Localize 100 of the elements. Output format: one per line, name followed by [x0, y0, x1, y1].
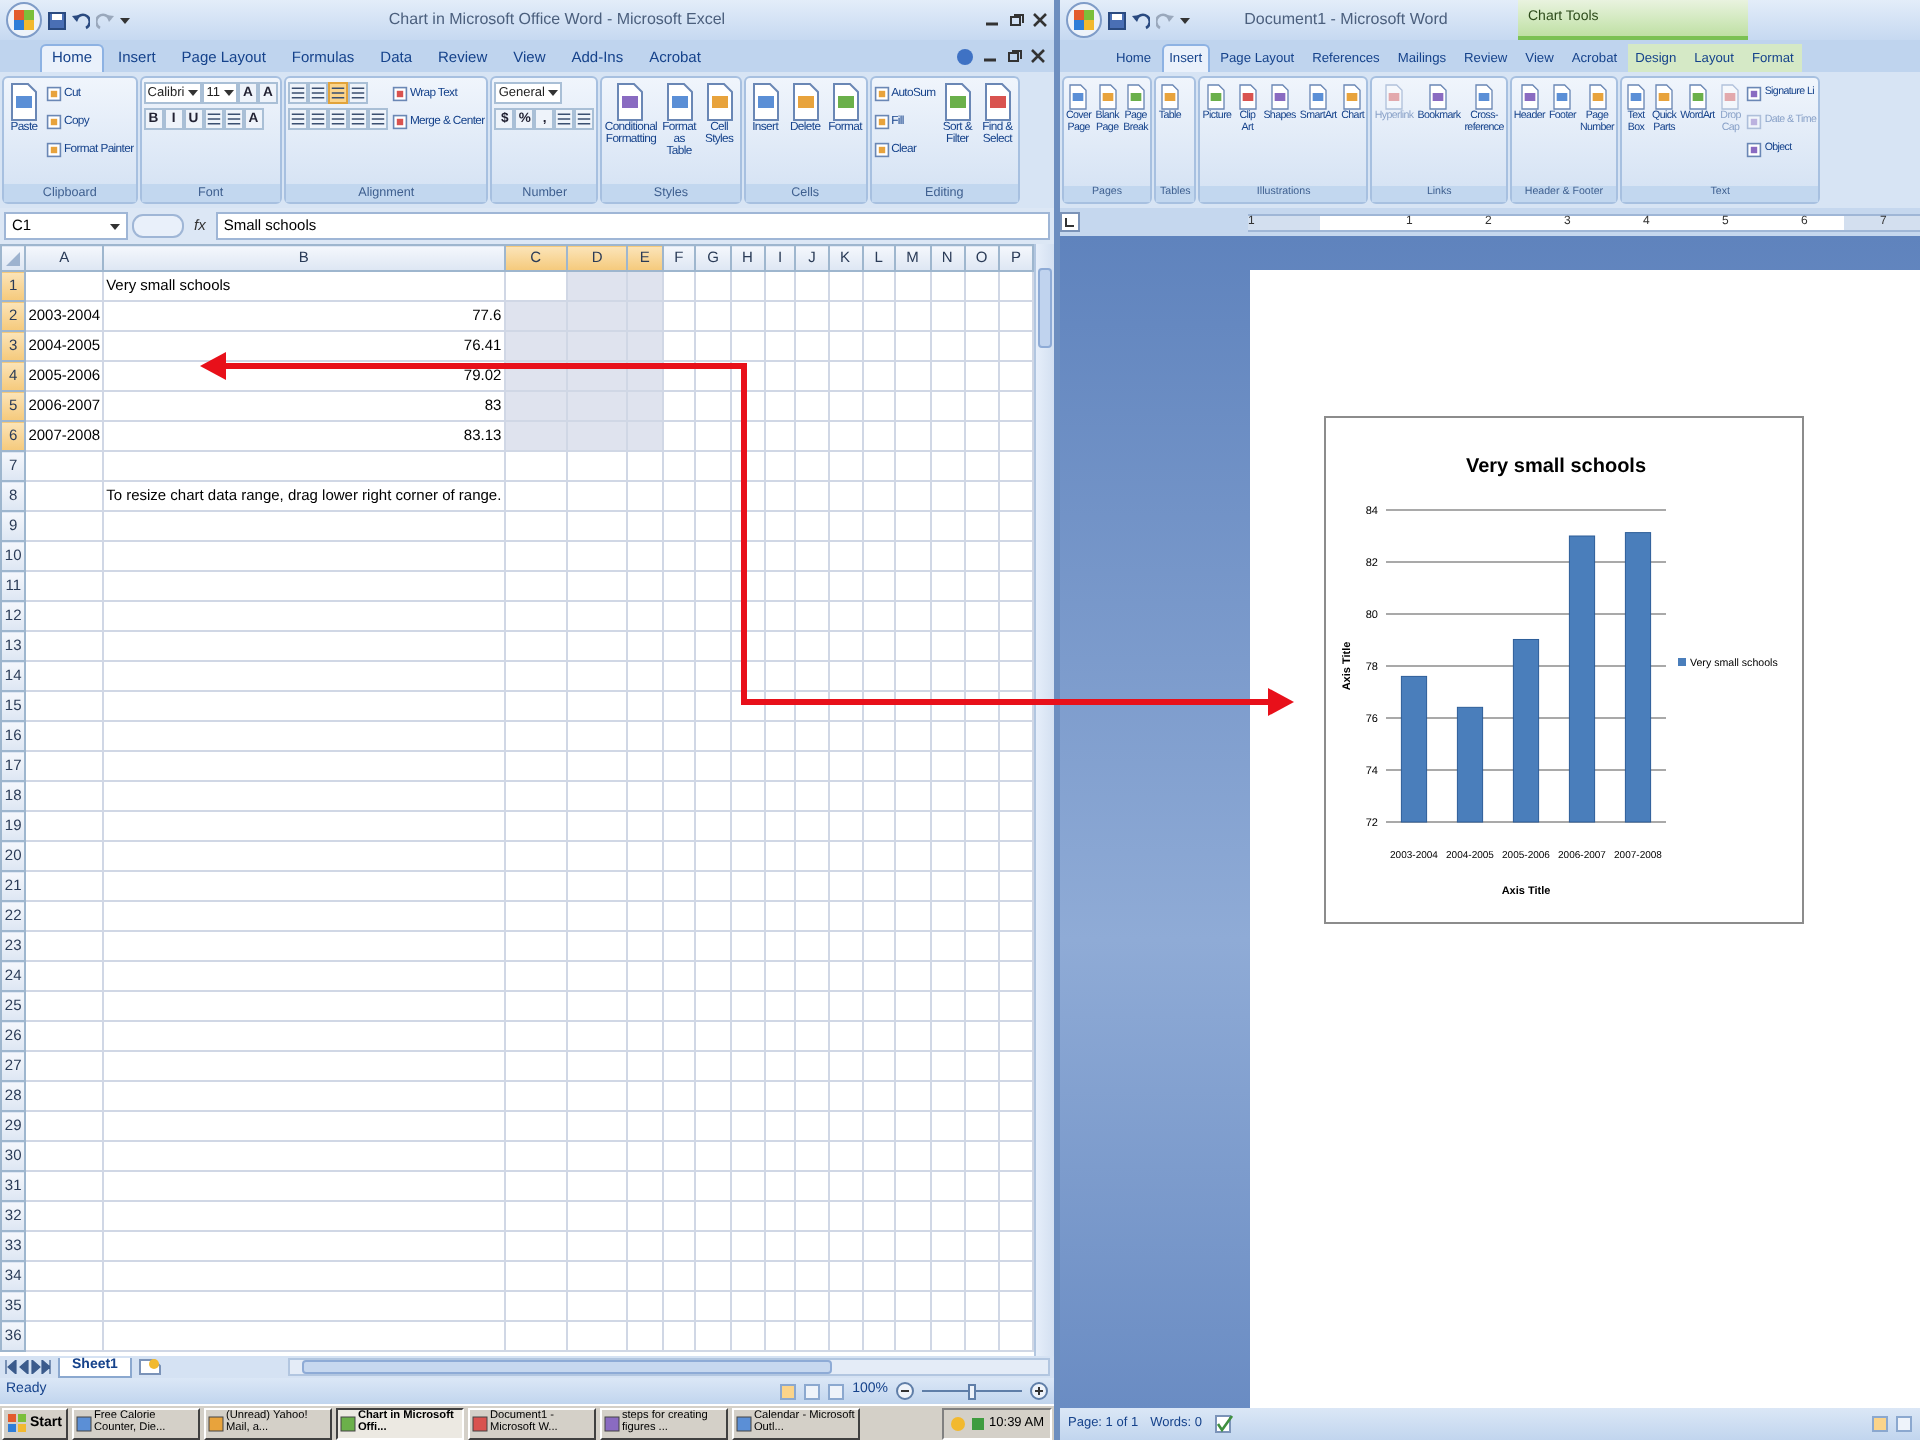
format-button[interactable] — [367, 108, 388, 130]
format-button[interactable] — [554, 108, 575, 130]
selected-cell[interactable] — [504, 301, 567, 331]
document-icon — [747, 82, 784, 122]
caret-icon[interactable] — [1180, 17, 1190, 23]
window-title: Chart in Microsoft Office Word - Microsoft Excel — [388, 8, 726, 32]
document-icon — [1585, 82, 1609, 112]
lines-icon — [309, 86, 326, 100]
caret-icon — [548, 90, 559, 96]
document-icon — [787, 82, 824, 122]
lines-icon — [369, 112, 386, 126]
lines-icon — [205, 112, 222, 126]
select-all-icon[interactable] — [6, 251, 21, 266]
lines-icon — [329, 86, 346, 100]
document-icon — [1123, 82, 1148, 112]
selected-cell[interactable] — [504, 421, 567, 451]
undo-icon[interactable] — [1132, 11, 1150, 29]
document-icon — [1624, 82, 1649, 112]
lines-icon — [576, 112, 593, 126]
zoom-in-icon[interactable] — [1030, 1382, 1048, 1400]
restore-icon[interactable] — [1008, 12, 1024, 28]
document-icon — [1235, 82, 1260, 112]
caret-icon — [110, 223, 120, 229]
lines-icon — [349, 112, 366, 126]
format-button[interactable] — [203, 108, 224, 130]
document-icon — [1652, 82, 1677, 112]
document-icon — [1066, 82, 1091, 112]
document-icon — [6, 82, 42, 122]
horizontal-scrollbar[interactable] — [287, 1358, 1050, 1376]
caret-icon[interactable] — [120, 17, 130, 23]
zoom-out-icon[interactable] — [896, 1382, 914, 1400]
document-icon — [979, 82, 1016, 122]
office-button[interactable] — [6, 2, 42, 38]
document-icon — [1517, 82, 1542, 112]
format-button[interactable] — [287, 108, 308, 130]
selected-cell[interactable] — [566, 421, 628, 451]
format-button[interactable] — [347, 82, 368, 104]
check-icon[interactable] — [1213, 1414, 1234, 1434]
app-icon — [75, 1415, 92, 1431]
active-cell[interactable] — [504, 271, 567, 301]
lines-icon — [289, 112, 306, 126]
document-icon — [1157, 82, 1182, 112]
bar — [1456, 706, 1484, 823]
lines-icon — [225, 112, 242, 126]
chart-title: Very small schools — [1465, 456, 1647, 478]
app-icon — [471, 1415, 488, 1431]
format-button[interactable] — [327, 82, 348, 104]
office-button[interactable] — [1066, 2, 1102, 38]
document-icon — [1267, 82, 1292, 112]
save-icon[interactable] — [1108, 11, 1126, 29]
document-icon — [661, 82, 698, 122]
restore-icon[interactable] — [1006, 47, 1022, 63]
tab-selector-icon[interactable] — [1060, 212, 1080, 232]
format-button[interactable] — [287, 82, 308, 104]
insert-sheet-icon[interactable] — [137, 1358, 162, 1376]
formula-grip-icon — [132, 214, 184, 238]
format-button[interactable] — [307, 108, 328, 130]
app-icon — [735, 1415, 752, 1431]
app-icon — [207, 1415, 224, 1431]
lines-icon — [309, 112, 326, 126]
document-icon — [1340, 82, 1365, 112]
app-icon — [339, 1415, 356, 1431]
selected-cell[interactable] — [566, 331, 628, 361]
format-button[interactable] — [223, 108, 244, 130]
document-icon — [1685, 82, 1710, 112]
navigation-arrows-icon[interactable] — [4, 1360, 52, 1374]
format-button[interactable] — [307, 82, 328, 104]
selected-cell[interactable] — [566, 301, 628, 331]
selected-cell[interactable] — [566, 271, 628, 301]
lines-icon — [556, 112, 573, 126]
document-icon — [1426, 82, 1451, 112]
document-icon — [1550, 82, 1575, 112]
selected-cell[interactable] — [504, 331, 567, 361]
selected-cell[interactable] — [504, 391, 567, 421]
app-icon — [603, 1415, 620, 1431]
window-title: Document1 - Microsoft Word — [1244, 8, 1448, 32]
document-icon — [1472, 82, 1497, 112]
lines-icon — [349, 86, 366, 100]
vertical-scrollbar[interactable] — [1034, 244, 1054, 1356]
caret-icon — [223, 90, 234, 96]
redo-icon[interactable] — [1156, 11, 1174, 29]
document-icon — [1204, 82, 1229, 112]
document-icon — [701, 82, 738, 122]
document-icon — [1306, 82, 1331, 112]
document-icon — [1718, 82, 1743, 112]
save-icon[interactable] — [48, 11, 66, 29]
format-button[interactable] — [327, 108, 348, 130]
undo-icon[interactable] — [72, 11, 90, 29]
close-icon[interactable] — [1030, 47, 1046, 63]
slider-thumb[interactable] — [968, 1383, 976, 1399]
document-icon — [827, 82, 864, 122]
help-icon[interactable] — [956, 47, 974, 65]
document-icon — [1095, 82, 1120, 112]
caret-icon — [188, 90, 199, 96]
redo-icon[interactable] — [96, 11, 114, 29]
zoom-slider[interactable] — [922, 1383, 1022, 1399]
format-button[interactable] — [574, 108, 595, 130]
flag-icon — [8, 1414, 26, 1432]
close-icon[interactable] — [1032, 12, 1048, 28]
format-button[interactable] — [347, 108, 368, 130]
